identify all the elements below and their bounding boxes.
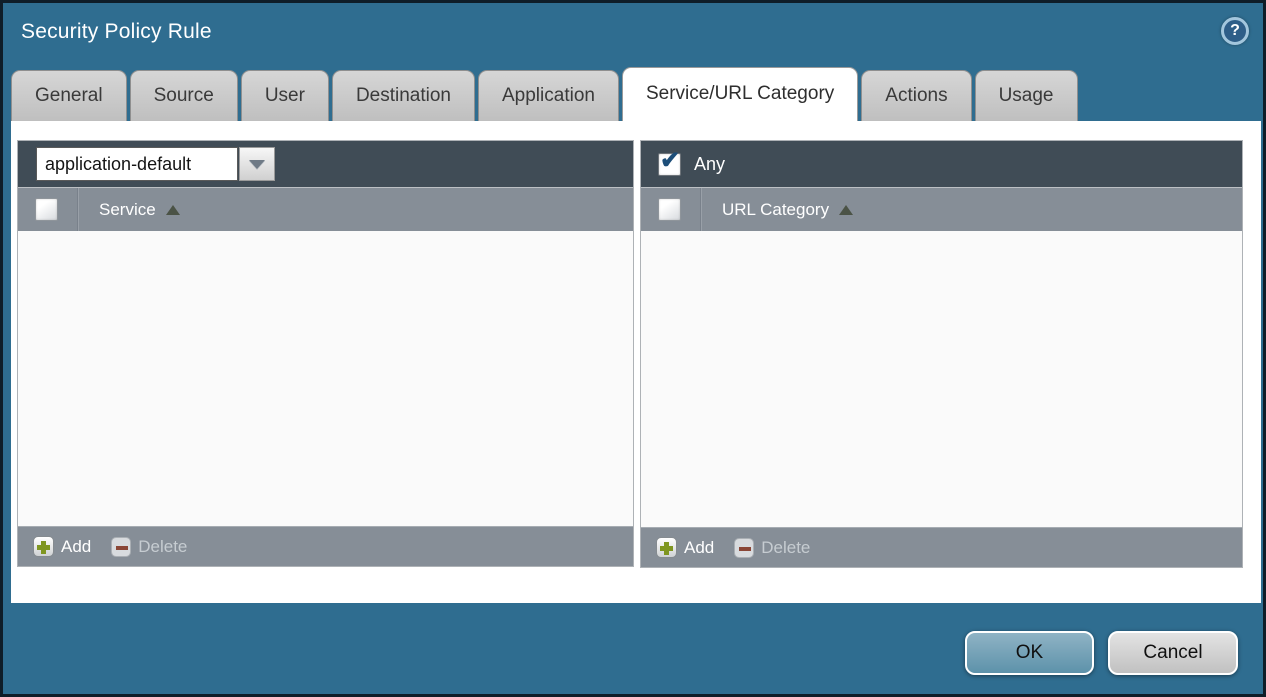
tab-bar: General Source User Destination Applicat… — [11, 67, 1078, 121]
url-category-delete-button[interactable]: Delete — [734, 538, 810, 558]
tab-general[interactable]: General — [11, 70, 127, 121]
add-plus-icon — [656, 537, 677, 558]
delete-minus-icon — [734, 538, 754, 558]
service-select-all-checkbox[interactable] — [35, 198, 58, 221]
service-column-label[interactable]: Service — [99, 200, 156, 220]
service-panel: Service Add Delete — [17, 140, 634, 567]
add-button-label: Add — [61, 537, 91, 557]
tab-usage[interactable]: Usage — [975, 70, 1078, 121]
service-list — [18, 231, 633, 526]
any-checkbox-label[interactable]: Any — [694, 154, 725, 175]
tab-content-area: Service Add Delete ✔ Any — [11, 121, 1261, 603]
tab-destination[interactable]: Destination — [332, 70, 475, 121]
service-type-dropdown-button[interactable] — [239, 147, 275, 181]
any-checkbox[interactable]: ✔ — [658, 153, 681, 176]
dialog-title: Security Policy Rule — [21, 20, 212, 44]
sort-ascending-icon[interactable] — [166, 205, 180, 215]
sort-ascending-icon[interactable] — [839, 205, 853, 215]
column-separator — [700, 188, 701, 232]
checkmark-icon: ✔ — [660, 152, 680, 170]
service-delete-button[interactable]: Delete — [111, 537, 187, 557]
delete-button-label: Delete — [761, 538, 810, 558]
add-button-label: Add — [684, 538, 714, 558]
url-category-panel: ✔ Any URL Category Add Delete — [640, 140, 1243, 568]
delete-button-label: Delete — [138, 537, 187, 557]
help-icon[interactable]: ? — [1221, 17, 1249, 45]
add-plus-icon — [33, 536, 54, 557]
tab-user[interactable]: User — [241, 70, 329, 121]
tab-source[interactable]: Source — [130, 70, 238, 121]
service-column-header: Service — [18, 187, 633, 231]
url-category-add-button[interactable]: Add — [656, 537, 714, 558]
url-category-column-label[interactable]: URL Category — [722, 200, 829, 220]
url-category-panel-header: ✔ Any — [641, 141, 1242, 187]
ok-button[interactable]: OK — [965, 631, 1094, 675]
url-category-select-all-checkbox[interactable] — [658, 198, 681, 221]
delete-minus-icon — [111, 537, 131, 557]
service-panel-header — [18, 141, 633, 187]
tab-service-url-category[interactable]: Service/URL Category — [622, 67, 858, 121]
tab-application[interactable]: Application — [478, 70, 619, 121]
cancel-button[interactable]: Cancel — [1108, 631, 1238, 675]
tab-actions[interactable]: Actions — [861, 70, 971, 121]
service-add-button[interactable]: Add — [33, 536, 91, 557]
service-type-input[interactable] — [36, 147, 238, 181]
url-category-list — [641, 231, 1242, 527]
help-icon-glyph: ? — [1230, 22, 1240, 39]
service-panel-footer: Add Delete — [18, 526, 633, 566]
url-category-column-header: URL Category — [641, 187, 1242, 231]
column-separator — [77, 188, 78, 232]
url-category-panel-footer: Add Delete — [641, 527, 1242, 567]
chevron-down-icon — [249, 160, 265, 169]
security-policy-rule-dialog: Security Policy Rule ? General Source Us… — [0, 0, 1266, 697]
